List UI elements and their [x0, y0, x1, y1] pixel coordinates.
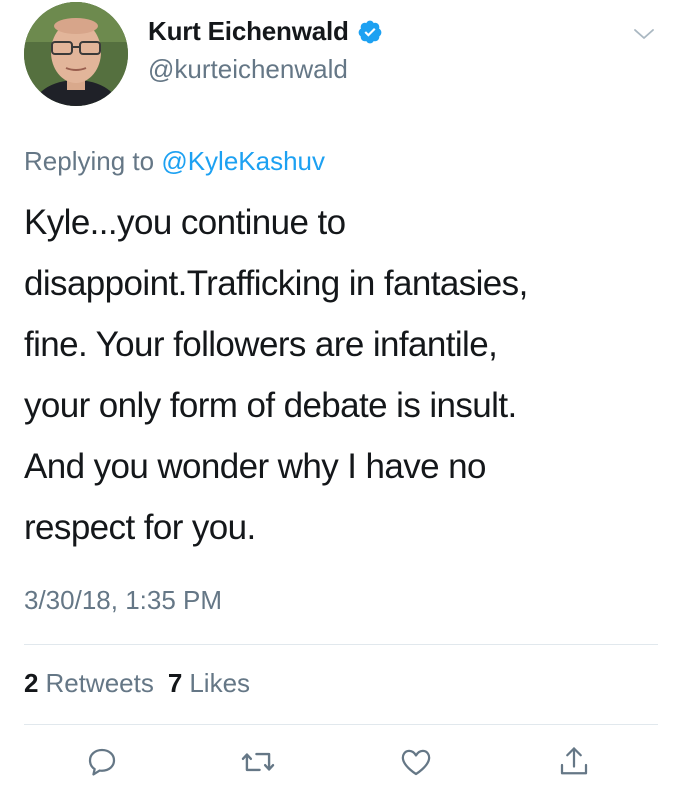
tweet-text-line: And you wonder why I have no: [24, 447, 486, 486]
tweet-text-line: Kyle...you continue to: [24, 203, 346, 242]
author-handle[interactable]: @kurteichenwald: [148, 54, 348, 85]
divider: [24, 644, 658, 645]
retweets-count[interactable]: 2: [24, 668, 38, 699]
retweet-button[interactable]: [236, 740, 280, 784]
likes-label[interactable]: Likes: [189, 668, 250, 699]
share-button[interactable]: [552, 740, 596, 784]
reply-button[interactable]: [80, 740, 124, 784]
engagement-stats: 2 Retweets 7 Likes: [24, 668, 250, 699]
tweet-text-line: fine. Your followers are infantile,: [24, 325, 498, 364]
reply-prefix: Replying to: [24, 146, 155, 176]
like-button[interactable]: [394, 740, 438, 784]
heart-icon: [401, 749, 431, 776]
verified-badge-icon: [357, 19, 383, 45]
reply-icon: [88, 748, 116, 776]
reply-mention-link[interactable]: @KyleKashuv: [161, 146, 325, 176]
reply-context: Replying to @KyleKashuv: [24, 146, 325, 177]
retweet-icon: [241, 752, 275, 772]
share-icon: [560, 747, 588, 775]
tweet-text: Kyle...you continue to disappoint.Traffi…: [24, 192, 664, 558]
avatar-photo: [24, 2, 128, 106]
avatar[interactable]: [24, 2, 128, 106]
tweet-text-line: your only form of debate is insult.: [24, 386, 517, 425]
retweets-label[interactable]: Retweets: [45, 668, 153, 699]
likes-count[interactable]: 7: [168, 668, 182, 699]
tweet-text-line: respect for you.: [24, 508, 256, 547]
divider: [24, 724, 658, 725]
tweet-text-line: disappoint.Trafficking in fantasies,: [24, 264, 528, 303]
author-name-row[interactable]: Kurt Eichenwald: [148, 16, 383, 47]
chevron-down-icon[interactable]: [632, 24, 656, 44]
action-bar: [0, 740, 682, 792]
author-display-name[interactable]: Kurt Eichenwald: [148, 16, 349, 47]
tweet-timestamp[interactable]: 3/30/18, 1:35 PM: [24, 585, 222, 616]
